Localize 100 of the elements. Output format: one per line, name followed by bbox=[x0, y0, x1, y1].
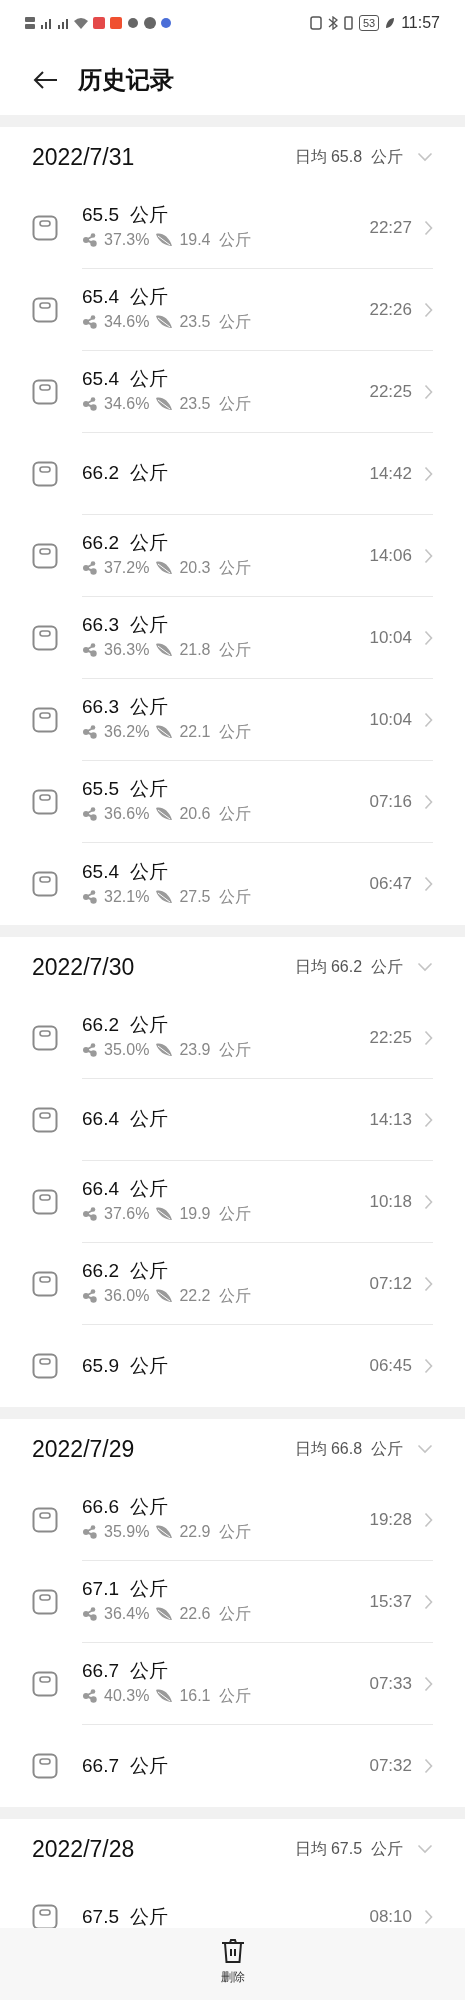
chevron-right-icon bbox=[424, 1675, 433, 1692]
weight-value: 67.1 公斤 bbox=[82, 1577, 169, 1601]
music-icon bbox=[161, 17, 171, 28]
chevron-right-icon bbox=[424, 629, 433, 646]
scale-icon bbox=[32, 379, 58, 405]
scale-icon bbox=[32, 1753, 58, 1779]
record-row[interactable]: 65.9 公斤 06:45 bbox=[0, 1325, 465, 1407]
chevron-right-icon bbox=[424, 1029, 433, 1046]
record-row[interactable]: 66.2 公斤 37.2% 20.3 公斤 14:06 bbox=[0, 515, 465, 597]
record-row[interactable]: 66.7 公斤 40.3% 16.1 公斤 07:33 bbox=[0, 1643, 465, 1725]
chevron-right-icon bbox=[424, 1193, 433, 1210]
scale-icon bbox=[32, 871, 58, 897]
chevron-right-icon bbox=[424, 219, 433, 236]
chevron-right-icon bbox=[424, 465, 433, 482]
body-fat-value: 36.0% bbox=[104, 1286, 150, 1306]
body-fat-value: 36.3% bbox=[104, 640, 150, 660]
record-row[interactable]: 65.4 公斤 34.6% 23.5 公斤 22:25 bbox=[0, 351, 465, 433]
record-row[interactable]: 65.4 公斤 34.6% 23.5 公斤 22:26 bbox=[0, 269, 465, 351]
weight-value: 65.4 公斤 bbox=[82, 285, 169, 309]
muscle-value: 22.9 公斤 bbox=[179, 1522, 252, 1542]
nodes-icon bbox=[82, 397, 98, 411]
record-row[interactable]: 66.4 公斤 14:13 bbox=[0, 1079, 465, 1161]
leaf-icon bbox=[155, 1042, 174, 1058]
delete-button[interactable]: 删除 bbox=[220, 1938, 245, 1986]
signal-icon bbox=[40, 16, 52, 29]
record-row[interactable]: 66.3 公斤 36.2% 22.1 公斤 10:04 bbox=[0, 679, 465, 761]
record-row[interactable]: 66.6 公斤 35.9% 22.9 公斤 19:28 bbox=[0, 1479, 465, 1561]
chevron-right-icon bbox=[424, 1275, 433, 1292]
muscle-value: 23.9 公斤 bbox=[179, 1040, 252, 1060]
muscle-value: 20.3 公斤 bbox=[179, 558, 252, 578]
record-row[interactable]: 66.2 公斤 36.0% 22.2 公斤 07:12 bbox=[0, 1243, 465, 1325]
weight-value: 66.6 公斤 bbox=[82, 1495, 169, 1519]
date-label: 2022/7/29 bbox=[32, 1434, 136, 1464]
record-time: 22:27 bbox=[369, 216, 412, 239]
nodes-icon bbox=[82, 725, 98, 739]
nodes-icon bbox=[82, 233, 98, 247]
weight-value: 66.2 公斤 bbox=[82, 1259, 169, 1283]
record-row[interactable]: 67.1 公斤 36.4% 22.6 公斤 15:37 bbox=[0, 1561, 465, 1643]
wifi-icon bbox=[74, 16, 88, 29]
weight-value: 67.5 公斤 bbox=[82, 1905, 168, 1927]
record-row[interactable]: 65.5 公斤 37.3% 19.4 公斤 22:27 bbox=[0, 187, 465, 269]
record-row[interactable]: 66.4 公斤 37.6% 19.9 公斤 10:18 bbox=[0, 1161, 465, 1243]
record-row[interactable]: 67.5 公斤 08:10 bbox=[0, 1879, 465, 1928]
record-time: 07:32 bbox=[369, 1755, 412, 1778]
nodes-icon bbox=[82, 1525, 98, 1539]
record-time: 10:04 bbox=[369, 708, 412, 731]
muscle-value: 22.2 公斤 bbox=[179, 1286, 252, 1306]
nodes-icon bbox=[82, 1607, 98, 1621]
record-row[interactable]: 66.2 公斤 35.0% 23.9 公斤 22:25 bbox=[0, 997, 465, 1079]
muscle-value: 21.8 公斤 bbox=[179, 640, 252, 660]
record-time: 08:10 bbox=[369, 1906, 412, 1928]
record-row[interactable]: 65.5 公斤 36.6% 20.6 公斤 07:16 bbox=[0, 761, 465, 843]
leaf-icon bbox=[155, 1524, 174, 1540]
weight-value: 66.7 公斤 bbox=[82, 1659, 169, 1683]
muscle-value: 19.4 公斤 bbox=[179, 230, 252, 250]
date-header[interactable]: 2022/7/29 日均 66.8 公斤 bbox=[0, 1419, 465, 1479]
scale-icon bbox=[32, 1353, 58, 1379]
scale-icon bbox=[32, 625, 58, 651]
scale-icon bbox=[32, 1507, 58, 1533]
record-time: 19:28 bbox=[369, 1508, 412, 1531]
trash-icon bbox=[220, 1938, 245, 1964]
app-icon bbox=[93, 16, 105, 29]
scale-icon bbox=[32, 1271, 58, 1297]
record-time: 07:33 bbox=[369, 1672, 412, 1695]
scale-icon bbox=[32, 707, 58, 733]
chevron-right-icon bbox=[424, 301, 433, 318]
body-fat-value: 37.2% bbox=[104, 558, 150, 578]
back-arrow-icon[interactable] bbox=[32, 70, 58, 90]
record-time: 06:45 bbox=[369, 1355, 412, 1378]
record-row[interactable]: 66.3 公斤 36.3% 21.8 公斤 10:04 bbox=[0, 597, 465, 679]
chevron-right-icon bbox=[424, 383, 433, 400]
date-label: 2022/7/31 bbox=[32, 142, 136, 172]
chevron-right-icon bbox=[424, 1909, 433, 1925]
weight-value: 65.4 公斤 bbox=[82, 367, 169, 391]
record-row[interactable]: 65.4 公斤 32.1% 27.5 公斤 06:47 bbox=[0, 843, 465, 925]
weight-value: 66.7 公斤 bbox=[82, 1754, 168, 1776]
scale-icon bbox=[32, 1107, 58, 1133]
leaf-icon bbox=[155, 806, 174, 822]
leaf-icon bbox=[155, 1206, 174, 1222]
weight-value: 65.5 公斤 bbox=[82, 777, 169, 801]
chevron-right-icon bbox=[424, 547, 433, 564]
body-fat-value: 35.9% bbox=[104, 1522, 150, 1542]
record-row[interactable]: 66.7 公斤 07:32 bbox=[0, 1725, 465, 1807]
date-header[interactable]: 2022/7/28 日均 67.5 公斤 bbox=[0, 1819, 465, 1879]
weight-value: 65.5 公斤 bbox=[82, 203, 169, 227]
chevron-right-icon bbox=[424, 876, 433, 892]
record-time: 14:06 bbox=[369, 544, 412, 567]
date-header[interactable]: 2022/7/31 日均 65.8 公斤 bbox=[0, 127, 465, 187]
muscle-value: 19.9 公斤 bbox=[179, 1204, 252, 1224]
weight-value: 66.2 公斤 bbox=[82, 1013, 169, 1037]
nodes-icon bbox=[82, 1289, 98, 1303]
date-header[interactable]: 2022/7/30 日均 66.2 公斤 bbox=[0, 937, 465, 997]
nodes-icon bbox=[82, 643, 98, 657]
sim-card-icon bbox=[25, 15, 35, 30]
leaf-icon bbox=[155, 232, 174, 248]
weight-value: 65.9 公斤 bbox=[82, 1354, 168, 1376]
muscle-value: 22.1 公斤 bbox=[179, 722, 252, 742]
weight-value: 66.4 公斤 bbox=[82, 1108, 168, 1130]
chevron-down-icon bbox=[417, 152, 433, 162]
record-row[interactable]: 66.2 公斤 14:42 bbox=[0, 433, 465, 515]
